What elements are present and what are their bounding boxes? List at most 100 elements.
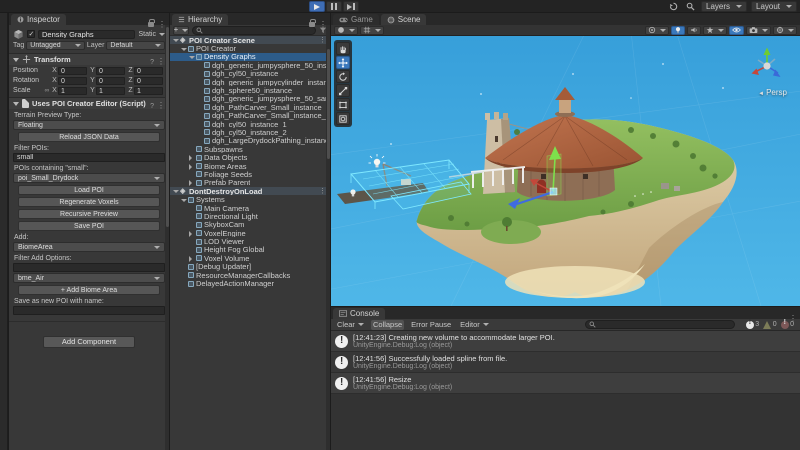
layers-dropdown[interactable]: Layers <box>701 1 747 12</box>
pause-button[interactable] <box>326 1 342 12</box>
tab-scene[interactable]: Scene <box>380 14 427 25</box>
scene-viewport[interactable]: Persp <box>331 36 800 306</box>
static-dropdown[interactable]: Static <box>138 31 165 38</box>
hierarchy-item-voxelengine[interactable]: VoxelEngine <box>170 229 330 237</box>
scene-lighting-toggle[interactable] <box>671 25 685 35</box>
layer-dropdown[interactable]: Default <box>106 41 165 50</box>
hierarchy-search-input[interactable] <box>205 26 312 34</box>
clear-button[interactable]: Clear <box>335 320 366 330</box>
hierarchy-scene-dontdestroyonload[interactable]: DontDestroyOnLoad <box>170 187 330 196</box>
foldout-arrow-icon[interactable] <box>189 53 196 61</box>
layout-dropdown[interactable]: Layout <box>751 1 797 12</box>
hierarchy-search[interactable] <box>192 25 316 35</box>
hierarchy-item-prefab-parent[interactable]: Prefab Parent <box>170 179 330 187</box>
tab-game[interactable]: Game <box>333 14 379 25</box>
play-button[interactable] <box>309 1 325 12</box>
lock-icon[interactable] <box>309 19 316 27</box>
transform-component-header[interactable]: Transform <box>9 53 169 65</box>
hierarchy-item-height-fog-global[interactable]: Height Fog Global <box>170 246 330 254</box>
search-icon[interactable] <box>684 1 697 12</box>
hierarchy-item-lod-viewer[interactable]: LOD Viewer <box>170 237 330 246</box>
foldout-arrow-icon[interactable] <box>181 195 188 203</box>
gameobject-name-field[interactable]: Density Graphs <box>38 29 136 39</box>
hierarchy-item-systems[interactable]: Systems <box>170 195 330 204</box>
axis-value-z[interactable]: 1 <box>134 86 163 95</box>
hierarchy-item-directional-light[interactable]: Directional Light <box>170 212 330 221</box>
hierarchy-item-data-objects[interactable]: Data Objects <box>170 153 330 162</box>
terrain-preview-dropdown[interactable]: Floating <box>13 120 165 130</box>
hierarchy-item-foliage-seeds[interactable]: Foliage Seeds <box>170 170 330 179</box>
hierarchy-item-resourcemanagercallbacks[interactable]: ResourceManagerCallbacks <box>170 271 330 279</box>
tag-dropdown[interactable]: Untagged <box>26 41 85 50</box>
axis-value-x[interactable]: 0 <box>58 66 87 75</box>
hierarchy-scene-poi-creator-scene[interactable]: POI Creator Scene <box>170 36 330 45</box>
console-log-entry[interactable]: [12:41:23] Creating new volume to accomm… <box>331 331 800 352</box>
hierarchy-item-dgh-cyl50-instance[interactable]: dgh_cyl50_instance <box>170 70 330 78</box>
foldout-arrow-icon[interactable] <box>189 179 196 187</box>
save-as-input[interactable] <box>13 306 165 315</box>
hierarchy-item-dgh-generic-jumpycylinder-instance[interactable]: dgh_generic_jumpycylinder_instance <box>170 78 330 86</box>
hierarchy-item-density-graphs[interactable]: Density Graphs <box>170 52 330 62</box>
script-component-header[interactable]: Uses POI Creator Editor (Script) <box>9 97 169 109</box>
foldout-arrow-icon[interactable] <box>189 229 196 237</box>
foldout-arrow-icon[interactable] <box>189 162 196 170</box>
foldout-arrow-icon[interactable] <box>181 44 188 52</box>
hierarchy-item-dgh-cyl50-instance-2[interactable]: dgh_cyl50_instance_2 <box>170 128 330 137</box>
recursive-preview-button[interactable]: Recursive Preview <box>18 209 160 219</box>
tab-inspector[interactable]: Inspector <box>11 14 66 25</box>
tab-console[interactable]: Console <box>333 308 386 319</box>
scene-visibility-toggle[interactable] <box>729 25 744 35</box>
orientation-gizmo[interactable] <box>745 44 789 88</box>
poi-select-dropdown[interactable]: poi_Small_Drydock <box>13 173 165 183</box>
console-log-entry[interactable]: [12:41:56] ResizeUnityEngine.Debug:Log (… <box>331 373 800 394</box>
filter-add-options-input[interactable] <box>13 263 165 272</box>
foldout-arrow-icon[interactable] <box>189 254 196 262</box>
hierarchy-item-poi-creator[interactable]: POI Creator <box>170 44 330 53</box>
perspective-label[interactable]: Persp <box>758 88 787 97</box>
axis-value-y[interactable]: 0 <box>96 76 125 85</box>
add-type-dropdown[interactable]: BiomeArea <box>13 242 165 252</box>
view-tool-button[interactable] <box>336 42 350 55</box>
camera-settings-dropdown[interactable] <box>746 25 771 35</box>
step-button[interactable] <box>343 1 359 12</box>
tab-hierarchy[interactable]: Hierarchy <box>172 14 229 25</box>
help-icon[interactable] <box>150 95 154 113</box>
axis-value-y[interactable]: 1 <box>96 86 125 95</box>
reload-json-button[interactable]: Reload JSON Data <box>18 132 160 142</box>
hierarchy-item-dgh-cyl50-instance-1[interactable]: dgh_cyl50_instance_1 <box>170 120 330 128</box>
undo-history-icon[interactable] <box>667 1 680 12</box>
editor-dropdown[interactable]: Editor <box>458 320 491 330</box>
scale-tool-button[interactable] <box>336 84 350 97</box>
hierarchy-item-dgh-largedrydockpathing-instance[interactable]: dgh_LargeDrydockPathing_instance <box>170 137 330 145</box>
active-checkbox[interactable] <box>27 30 35 38</box>
error-pause-button[interactable]: Error Pause <box>409 320 453 330</box>
link-icon[interactable] <box>43 87 51 94</box>
hierarchy-item-dgh-pathcarver-small-instance[interactable]: dgh_PathCarver_Small_instance <box>170 103 330 112</box>
hierarchy-item-main-camera[interactable]: Main Camera <box>170 204 330 212</box>
hierarchy-item-dgh-pathcarver-small-instance-1[interactable]: dgh_PathCarver_Small_instance_1 <box>170 112 330 120</box>
add-component-button[interactable]: Add Component <box>43 336 135 348</box>
save-poi-button[interactable]: Save POI <box>18 221 160 231</box>
draw-mode-dropdown[interactable] <box>334 25 358 35</box>
axis-value-x[interactable]: 0 <box>58 76 87 85</box>
load-poi-button[interactable]: Load POI <box>18 185 160 195</box>
scene-audio-toggle[interactable] <box>687 25 701 35</box>
hierarchy-item-debug-updater[interactable]: [Debug Updater] <box>170 263 330 271</box>
collapse-button[interactable]: Collapse <box>370 319 405 330</box>
rect-tool-button[interactable] <box>336 98 350 111</box>
menu-icon[interactable] <box>157 95 165 113</box>
axis-value-x[interactable]: 1 <box>58 86 87 95</box>
create-object-button[interactable] <box>173 25 189 35</box>
foldout-arrow-icon[interactable] <box>173 187 180 195</box>
foldout-arrow-icon[interactable] <box>189 153 196 161</box>
move-tool-button[interactable] <box>336 56 350 69</box>
axis-value-z[interactable]: 0 <box>134 66 163 75</box>
hierarchy-item-delayedactionmanager[interactable]: DelayedActionManager <box>170 279 330 288</box>
menu-icon[interactable] <box>157 51 165 69</box>
debug-view-dropdown[interactable] <box>360 25 384 35</box>
menu-icon[interactable] <box>789 308 797 326</box>
console-search[interactable] <box>584 320 735 329</box>
console-search-input[interactable] <box>597 321 731 328</box>
info-count-badge[interactable]: 3 <box>745 319 759 329</box>
hierarchy-item-dgh-generic-jumpysphere-50-instance[interactable]: dgh_generic_jumpysphere_50_instance <box>170 61 330 70</box>
